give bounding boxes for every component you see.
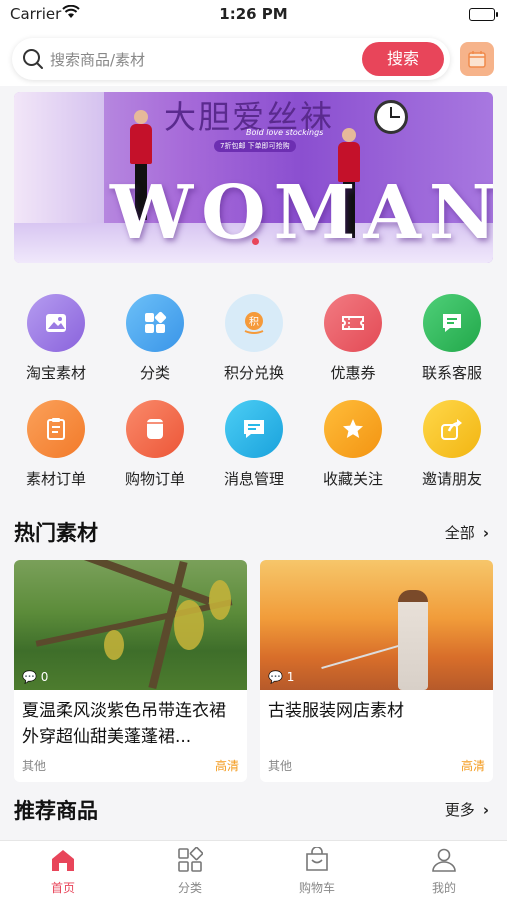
message-icon (225, 400, 283, 458)
cart-icon (304, 846, 330, 873)
hot-section-more-link[interactable]: 全部 › (445, 522, 489, 543)
image-icon (27, 294, 85, 352)
grid-item-customer-service[interactable]: 联系客服 (402, 294, 502, 383)
svg-text:积: 积 (249, 316, 259, 328)
grid-item-label: 收藏关注 (322, 470, 383, 488)
star-icon (324, 400, 382, 458)
card-category: 其他 (268, 759, 293, 773)
comment-count-value: 1 (286, 670, 295, 684)
card-image: 💬 1 (260, 560, 493, 690)
category-icon (177, 846, 204, 873)
grid-item-label: 素材订单 (25, 470, 86, 488)
coupon-icon (324, 294, 382, 352)
tab-category[interactable]: 分类 (127, 846, 253, 896)
grid-item-taobao-material[interactable]: 淘宝素材 (6, 294, 106, 383)
tab-cart[interactable]: 购物车 (254, 846, 380, 896)
comment-count: 💬 0 (22, 670, 48, 684)
tab-home[interactable]: 首页 (0, 847, 126, 896)
calendar-icon[interactable] (460, 42, 494, 76)
search-bar[interactable]: 搜索商品/素材 搜索 (12, 38, 450, 80)
grid-item-invite[interactable]: 邀请朋友 (402, 400, 502, 489)
grid-item-label: 淘宝素材 (25, 364, 86, 382)
card-image: 💬 0 (14, 560, 247, 690)
card-category: 其他 (22, 759, 47, 773)
more-label: 更多 (444, 801, 475, 819)
card-title: 古装服装网店素材 (268, 701, 404, 721)
grid-item-shopping-orders[interactable]: 购物订单 (105, 400, 205, 489)
banner-subline: Bold love stockings (246, 128, 324, 137)
grid-item-messages[interactable]: 消息管理 (204, 400, 304, 489)
category-grid-icon (126, 294, 184, 352)
grid-item-coupon[interactable]: 优惠券 (303, 294, 403, 383)
search-input[interactable]: 搜索商品/素材 (50, 49, 145, 70)
hot-section-title: 热门素材 (14, 521, 98, 545)
promo-banner[interactable]: 大胆爱丝袜 Bold love stockings 7折包邮 下单即可抢购 WO… (14, 92, 493, 263)
tab-label: 首页 (50, 881, 75, 895)
grid-item-label: 邀请朋友 (421, 470, 482, 488)
bottom-tab-bar: 首页 分类 购物车 我的 (0, 840, 507, 900)
search-button[interactable]: 搜索 (362, 42, 444, 76)
grid-item-label: 联系客服 (421, 364, 482, 382)
search-icon (22, 48, 44, 70)
clock-time: 1:26 PM (219, 5, 288, 23)
grid-item-category[interactable]: 分类 (105, 294, 205, 383)
material-card[interactable]: 💬 0 夏温柔风淡紫色吊带连衣裙外穿超仙甜美蓬蓬裙... 其他 高清 (14, 560, 247, 782)
more-label: 全部 (444, 524, 475, 542)
card-title: 夏温柔风淡紫色吊带连衣裙外穿超仙甜美蓬蓬裙... (22, 701, 226, 747)
grid-item-material-orders[interactable]: 素材订单 (6, 400, 106, 489)
chat-icon (423, 294, 481, 352)
tab-profile[interactable]: 我的 (381, 847, 507, 896)
function-grid: 淘宝素材 分类 积 积分兑换 优惠券 联系客服 素材订单 购物订单 消息管理 收… (0, 280, 507, 500)
tab-label: 分类 (177, 881, 202, 895)
chevron-right-icon: › (482, 524, 489, 542)
recommend-section-more-link[interactable]: 更多 › (445, 799, 489, 820)
home-icon (50, 847, 76, 873)
recommend-section-title: 推荐商品 (14, 799, 98, 823)
grid-item-label: 优惠券 (330, 364, 376, 382)
banner-big-word: WOMAN (110, 170, 493, 256)
profile-icon (431, 847, 457, 873)
card-quality-badge: 高清 (460, 759, 485, 773)
battery-icon (469, 8, 498, 21)
grid-item-label: 购物订单 (124, 470, 185, 488)
banner-page-dot[interactable] (252, 238, 259, 245)
comment-icon: 💬 (22, 670, 37, 684)
grid-item-points[interactable]: 积 积分兑换 (204, 294, 304, 383)
tab-label: 购物车 (298, 881, 335, 895)
points-icon: 积 (225, 294, 283, 352)
grid-item-label: 消息管理 (223, 470, 284, 488)
shopping-order-icon (126, 400, 184, 458)
header: 搜索商品/素材 搜索 (0, 30, 507, 86)
grid-item-favorites[interactable]: 收藏关注 (303, 400, 403, 489)
grid-item-label: 分类 (139, 364, 170, 382)
grid-item-label: 积分兑换 (223, 364, 284, 382)
order-clipboard-icon (27, 400, 85, 458)
card-quality-badge: 高清 (214, 759, 239, 773)
status-bar: Carrier 1:26 PM (0, 0, 507, 30)
share-icon (423, 400, 481, 458)
tab-label: 我的 (431, 881, 456, 895)
comment-count-value: 0 (40, 670, 49, 684)
chevron-right-icon: › (482, 801, 489, 819)
clock-icon (374, 100, 408, 134)
material-card[interactable]: 💬 1 古装服装网店素材 其他 高清 (260, 560, 493, 782)
banner-pill: 7折包邮 下单即可抢购 (214, 140, 296, 152)
comment-count: 💬 1 (268, 670, 294, 684)
comment-icon: 💬 (268, 670, 283, 684)
